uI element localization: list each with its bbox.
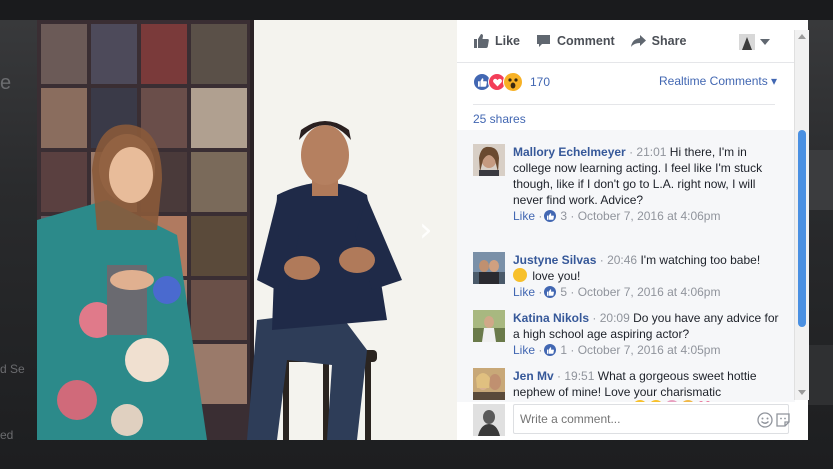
action-bar: Like Comment Share: [457, 20, 797, 63]
comment-like-button[interactable]: Like: [513, 284, 535, 300]
scroll-thumb[interactable]: [798, 130, 806, 327]
share-button[interactable]: Share: [630, 34, 687, 48]
video-modal: › Like Comment Share 170 Realtime Commen…: [37, 20, 809, 440]
comments-scrollbar[interactable]: [794, 30, 809, 400]
commenter-name[interactable]: Jen Mv: [513, 369, 554, 383]
comment-meta: Like · 3 · October 7, 2016 at 4:06pm: [513, 208, 721, 224]
backdrop-text: e: [0, 72, 12, 94]
like-label: Like: [495, 34, 521, 48]
chevron-down-icon: [760, 39, 770, 45]
avatar: [473, 404, 505, 436]
avatar[interactable]: [473, 252, 505, 284]
comment-meta: Like · 1 · October 7, 2016 at 4:05pm: [513, 342, 721, 358]
comments-panel: Like Comment Share 170 Realtime Comments…: [457, 20, 809, 440]
comment-label: Comment: [557, 34, 615, 48]
next-arrow-icon[interactable]: ›: [419, 210, 433, 250]
wow-reaction-icon: [503, 72, 523, 92]
comment-date[interactable]: October 7, 2016 at 4:06pm: [578, 208, 721, 224]
comment-like-count: 1: [560, 343, 568, 357]
backdrop-text: ed: [0, 428, 14, 442]
comment-like-button[interactable]: Like: [513, 208, 535, 224]
video-player[interactable]: ›: [37, 20, 457, 440]
comment-input[interactable]: [513, 404, 789, 434]
realtime-comments-dropdown[interactable]: Realtime Comments ▾: [659, 74, 777, 88]
comment-date[interactable]: October 7, 2016 at 4:05pm: [578, 342, 721, 358]
comment-button[interactable]: Comment: [536, 34, 615, 48]
reaction-summary[interactable]: 170: [473, 72, 550, 92]
share-arrow-icon: [630, 35, 646, 47]
emoji-smile-icon[interactable]: [757, 412, 773, 428]
avatar[interactable]: [473, 310, 505, 342]
commenter-name[interactable]: Justyne Silvas: [513, 253, 596, 267]
comment-text: love you!: [532, 269, 581, 283]
comment-time: · 20:46: [599, 253, 638, 267]
scroll-up-icon[interactable]: [798, 34, 806, 39]
backdrop-card: [808, 150, 833, 210]
comment-date[interactable]: October 7, 2016 at 4:06pm: [578, 284, 721, 300]
comment-text: I'm watching too babe!: [640, 253, 761, 267]
commenter-name[interactable]: Mallory Echelmeyer: [513, 145, 626, 159]
video-frame: [37, 20, 457, 440]
shares-row: 25 shares: [473, 104, 775, 132]
comment-like-count: 5: [560, 285, 568, 299]
comments-list: Mallory Echelmeyer · 21:01 Hi there, I'm…: [457, 130, 795, 415]
backdrop-top-bar: [0, 0, 833, 20]
sticker-icon[interactable]: [775, 412, 791, 428]
backdrop-card: [808, 345, 833, 405]
comment-time: · 21:01: [629, 145, 667, 159]
avatar: [739, 34, 755, 50]
comment-composer: [457, 402, 795, 440]
backdrop-text: d Se: [0, 362, 25, 376]
like-button[interactable]: Like: [474, 34, 520, 48]
avatar[interactable]: [473, 368, 505, 400]
comment-time: · 19:51: [557, 369, 595, 383]
commenter-name[interactable]: Katina Nikols: [513, 311, 589, 325]
shares-link[interactable]: 25 shares: [473, 112, 526, 126]
avatar[interactable]: [473, 144, 505, 176]
like-count-icon: [544, 286, 557, 298]
like-count-icon: [544, 210, 557, 222]
reaction-count: 170: [530, 75, 551, 89]
share-label: Share: [651, 34, 687, 48]
post-as-selector[interactable]: [739, 34, 770, 50]
comment-bubble-icon: [537, 35, 551, 47]
like-thumb-icon: [474, 34, 489, 48]
comment-like-count: 3: [560, 209, 568, 223]
comment-meta: Like · 5 · October 7, 2016 at 4:06pm: [513, 284, 721, 300]
kissing-emoji-icon: [513, 268, 527, 282]
comment-like-button[interactable]: Like: [513, 342, 535, 358]
comment-time: · 20:09: [592, 311, 630, 325]
like-count-icon: [544, 344, 557, 356]
scroll-down-icon[interactable]: [798, 390, 806, 395]
